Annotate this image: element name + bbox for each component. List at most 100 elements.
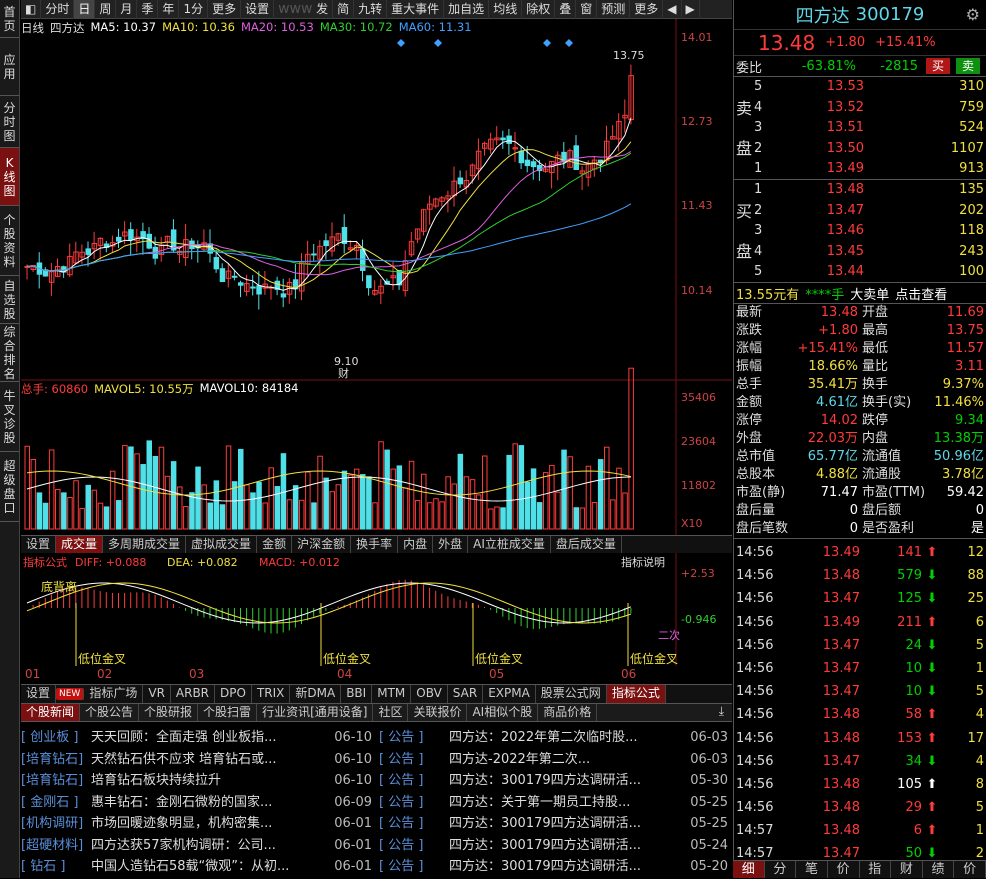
toolbar-period-3[interactable]: 月 bbox=[116, 0, 138, 19]
formula-tab-12[interactable]: EXPMA bbox=[483, 685, 536, 703]
nav-item-7[interactable]: 牛叉诊股 bbox=[0, 382, 19, 452]
news-tab-0[interactable]: 个股新闻 bbox=[21, 704, 81, 721]
indicator-tab-5[interactable]: 沪深金额 bbox=[292, 536, 352, 553]
news-title[interactable]: 市场回暖迹象明显，机构密集... bbox=[91, 813, 332, 835]
formula-tab-8[interactable]: BBI bbox=[341, 685, 373, 703]
right-tab-5[interactable]: 财 bbox=[891, 861, 923, 878]
formula-tab-0[interactable]: 设置 bbox=[21, 685, 57, 703]
toolbar-action-6[interactable]: 除权 bbox=[522, 0, 556, 19]
nav-item-8[interactable]: 超级盘口 bbox=[0, 452, 19, 522]
news-tab-4[interactable]: 行业资讯[通用设备] bbox=[257, 704, 374, 721]
toolbar-period-6[interactable]: 1分 bbox=[179, 0, 209, 19]
news-tag[interactable]: [机构调研] bbox=[21, 813, 91, 835]
news-item[interactable]: [机构调研] 市场回暖迹象明显，机构密集... 06-01 bbox=[21, 813, 376, 835]
indicator-tab-0[interactable]: 设置 bbox=[21, 536, 57, 553]
news-title[interactable]: 四方达-2022年第二次... bbox=[449, 749, 688, 771]
big-order-link[interactable]: 点击查看 bbox=[895, 284, 947, 303]
formula-tab-5[interactable]: DPO bbox=[215, 685, 252, 703]
news-item[interactable]: [ 公告 ] 四方达：300179四方达调研活... 05-20 bbox=[379, 856, 732, 878]
right-tab-1[interactable]: 分 bbox=[765, 861, 797, 878]
nav-item-3[interactable]: K线图 bbox=[0, 148, 19, 206]
news-tag[interactable]: [ 钻石 ] bbox=[21, 856, 91, 878]
indicator-help-button[interactable]: 指标说明 bbox=[621, 555, 665, 569]
indicator-tab-8[interactable]: 外盘 bbox=[433, 536, 469, 553]
indicator-tab-1[interactable]: 成交量 bbox=[56, 536, 104, 553]
indicator-tab-2[interactable]: 多周期成交量 bbox=[103, 536, 187, 553]
indicator-tab-10[interactable]: 盘后成交量 bbox=[551, 536, 622, 553]
book-row[interactable]: 4 13.52 759 bbox=[734, 98, 986, 119]
news-item[interactable]: [ 公告 ] 四方达：关于第一期员工持股... 05-25 bbox=[379, 792, 732, 814]
news-tag[interactable]: [ 公告 ] bbox=[379, 770, 449, 792]
formula-tab-13[interactable]: 股票公式网 bbox=[536, 685, 607, 703]
toolbar-action-9[interactable]: 预测 bbox=[597, 0, 631, 19]
news-tag[interactable]: [培育钻石] bbox=[21, 749, 91, 771]
news-tab-1[interactable]: 个股公告 bbox=[80, 704, 140, 721]
news-item[interactable]: [培育钻石] 天然钻石供不应求 培育钻石或... 06-10 bbox=[21, 749, 376, 771]
right-tab-4[interactable]: 指 bbox=[860, 861, 892, 878]
nav-item-1[interactable]: 应用 bbox=[0, 38, 19, 96]
news-title[interactable]: 培育钻石板块持续拉升 bbox=[91, 770, 332, 792]
news-item[interactable]: [培育钻石] 培育钻石板块持续拉升 06-10 bbox=[21, 770, 376, 792]
news-title[interactable]: 中国人造钻石58载“微观”：从初... bbox=[91, 856, 332, 878]
nav-item-2[interactable]: 分时图 bbox=[0, 96, 19, 148]
book-row[interactable]: 1 13.49 913 bbox=[734, 159, 986, 180]
toolbar-action-4[interactable]: 加自选 bbox=[444, 0, 490, 19]
news-title[interactable]: 四方达：300179四方达调研活... bbox=[449, 835, 688, 857]
right-tab-7[interactable]: 价 bbox=[954, 861, 986, 878]
formula-tab-10[interactable]: OBV bbox=[411, 685, 448, 703]
news-tag[interactable]: [ 公告 ] bbox=[379, 856, 449, 878]
gear-icon[interactable]: ⚙ bbox=[966, 5, 980, 24]
formula-tab-9[interactable]: MTM bbox=[372, 685, 412, 703]
news-item[interactable]: [ 钻石 ] 中国人造钻石58载“微观”：从初... 06-01 bbox=[21, 856, 376, 878]
nav-item-4[interactable]: 个股资料 bbox=[0, 206, 19, 276]
toolbar-action-5[interactable]: 均线 bbox=[489, 0, 523, 19]
kline-chart[interactable]: 14.01 12.73 11.43 10.14 35406 23604 11802 X10 13… bbox=[21, 19, 732, 536]
news-title[interactable]: 四方达：300179四方达调研活... bbox=[449, 856, 688, 878]
nav-item-0[interactable]: 首页 bbox=[0, 0, 19, 38]
toolbar-action-7[interactable]: 叠 bbox=[555, 0, 577, 19]
news-item[interactable]: [ 公告 ] 四方达：300179四方达调研活... 05-25 bbox=[379, 813, 732, 835]
nav-item-6[interactable]: 综合排名 bbox=[0, 324, 19, 382]
toolbar-action-10[interactable]: 更多 bbox=[630, 0, 664, 19]
toolbar-period-8[interactable]: 设置 bbox=[241, 0, 275, 19]
news-item[interactable]: [ 公告 ] 四方达：300179四方达调研活... 05-30 bbox=[379, 770, 732, 792]
news-tab-8[interactable]: 商品价格 bbox=[538, 704, 598, 721]
back-icon[interactable]: ◧ bbox=[21, 0, 42, 19]
news-title[interactable]: 四方达：2022年第二次临时股... bbox=[449, 727, 688, 749]
book-row[interactable]: 1 13.48 135 bbox=[734, 180, 986, 201]
news-tag[interactable]: [ 公告 ] bbox=[379, 727, 449, 749]
news-tab-5[interactable]: 社区 bbox=[373, 704, 409, 721]
book-row[interactable]: 2 13.47 202 bbox=[734, 201, 986, 222]
toolbar-action-3[interactable]: 重大事件 bbox=[387, 0, 445, 19]
formula-tab-14[interactable]: 指标公式 bbox=[606, 685, 666, 703]
macd-chart[interactable]: 指标公式 DIFF: +0.088 DEA: +0.082 MACD: +0.012 指… bbox=[21, 553, 732, 666]
formula-tab-3[interactable]: VR bbox=[143, 685, 171, 703]
toolbar-action-0[interactable]: 发 bbox=[312, 0, 334, 19]
formula-tab-4[interactable]: ARBR bbox=[171, 685, 216, 703]
formula-tab-7[interactable]: 新DMA bbox=[290, 685, 342, 703]
news-tag[interactable]: [ 公告 ] bbox=[379, 813, 449, 835]
right-tab-0[interactable]: 细 bbox=[733, 861, 765, 878]
prev-icon[interactable]: ◀ bbox=[663, 0, 682, 19]
news-tag[interactable]: [ 公告 ] bbox=[379, 792, 449, 814]
news-item[interactable]: [超硬材料] 四方达获57家机构调研：公司... 06-01 bbox=[21, 835, 376, 857]
news-tab-6[interactable]: 关联报价 bbox=[408, 704, 468, 721]
news-title[interactable]: 四方达：300179四方达调研活... bbox=[449, 813, 688, 835]
book-row[interactable]: 5 13.53 310 bbox=[734, 77, 986, 98]
book-row[interactable]: 4 13.45 243 bbox=[734, 242, 986, 263]
news-tag[interactable]: [培育钻石] bbox=[21, 770, 91, 792]
indicator-tab-4[interactable]: 金额 bbox=[257, 536, 293, 553]
download-icon[interactable]: ⤓ bbox=[711, 704, 732, 721]
formula-tab-11[interactable]: SAR bbox=[448, 685, 484, 703]
news-item[interactable]: [ 创业板 ] 天天回顾：全面走强 创业板指... 06-10 bbox=[21, 727, 376, 749]
toolbar-action-1[interactable]: 简 bbox=[333, 0, 355, 19]
news-title[interactable]: 天然钻石供不应求 培育钻石或... bbox=[91, 749, 332, 771]
right-tab-2[interactable]: 笔 bbox=[796, 861, 828, 878]
book-row[interactable]: 2 13.50 1107 bbox=[734, 139, 986, 160]
news-tab-3[interactable]: 个股扫雷 bbox=[198, 704, 258, 721]
book-row[interactable]: 5 13.44 100 bbox=[734, 262, 986, 283]
news-title[interactable]: 四方达：300179四方达调研活... bbox=[449, 770, 688, 792]
toolbar-period-2[interactable]: 周 bbox=[95, 0, 117, 19]
indicator-tab-6[interactable]: 换手率 bbox=[351, 536, 399, 553]
right-tab-6[interactable]: 绩 bbox=[923, 861, 955, 878]
